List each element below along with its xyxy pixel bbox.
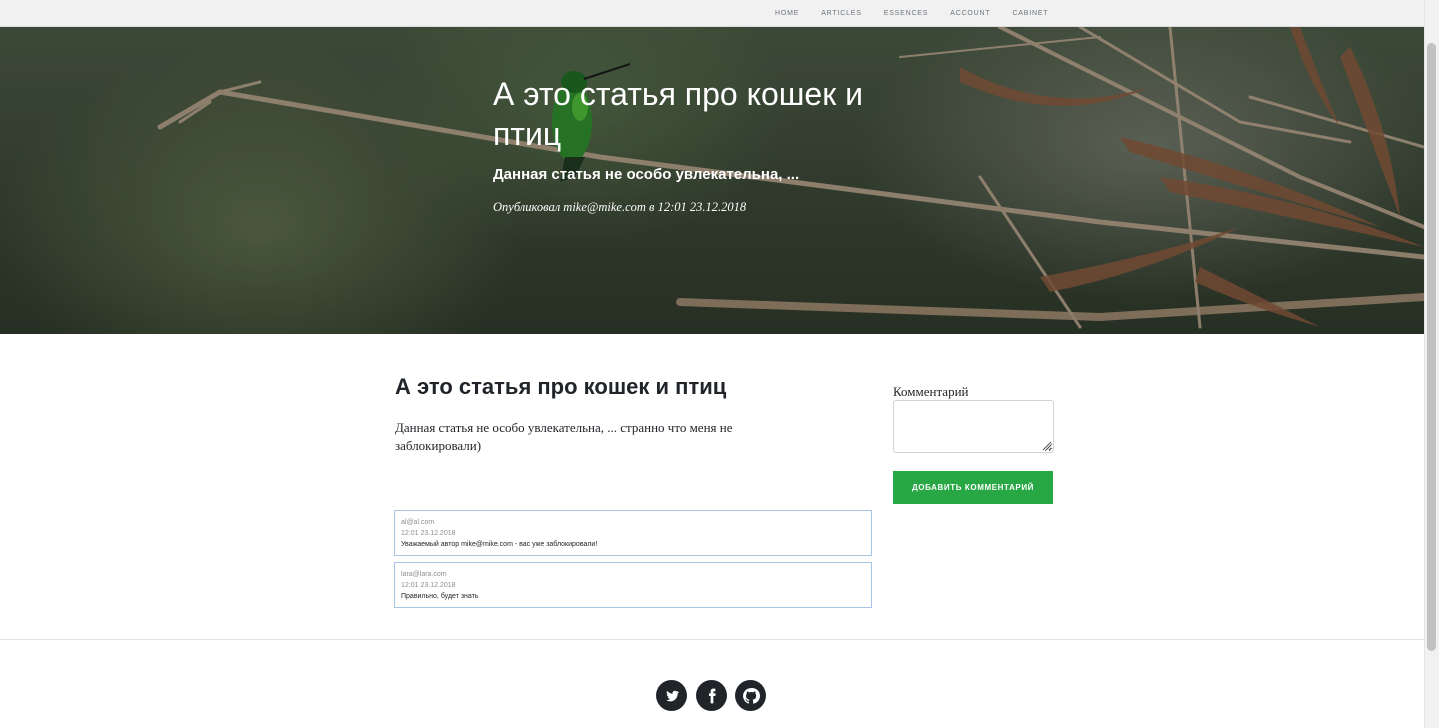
hero-subtitle: Данная статья не особо увлекательна, ... bbox=[493, 166, 800, 183]
comment-text: Уважаемый автор mike@mike.com - вас уже … bbox=[401, 541, 598, 548]
comment-author: al@al.com bbox=[401, 519, 435, 526]
article-title: А это статья про кошек и птиц bbox=[395, 374, 727, 399]
add-comment-button[interactable]: Добавить комментарий bbox=[893, 471, 1053, 504]
top-navbar: HOME ARTICLES ESSENCES ACCOUNT CABINET bbox=[0, 0, 1424, 27]
nav-account-link[interactable]: ACCOUNT bbox=[950, 10, 990, 17]
scrollbar-thumb[interactable] bbox=[1427, 43, 1436, 651]
resize-grip-icon[interactable] bbox=[1040, 439, 1052, 451]
nav-links: HOME ARTICLES ESSENCES ACCOUNT CABINET bbox=[764, 0, 1059, 27]
comment-label: Комментарий bbox=[893, 384, 969, 399]
comment-date: 12:01 23.12.2018 bbox=[401, 530, 456, 537]
footer-divider bbox=[0, 639, 1424, 640]
github-icon[interactable] bbox=[735, 680, 766, 711]
hero-title: А это статья про кошек и птиц bbox=[493, 76, 863, 152]
comment-date: 12:01 23.12.2018 bbox=[401, 582, 456, 589]
comment-text: Правильно, будет знать bbox=[401, 593, 479, 600]
nav-cabinet-link[interactable]: CABINET bbox=[1012, 10, 1048, 17]
article-body: Данная статья не особо увлекательна, ...… bbox=[395, 420, 733, 453]
comment-card: al@al.com 12:01 23.12.2018 Уважаемый авт… bbox=[394, 510, 872, 556]
post-meta: Опубликовал mike@mike.com в 12:01 23.12.… bbox=[493, 200, 747, 214]
comment-card: lara@lara.com 12:01 23.12.2018 Правильно… bbox=[394, 562, 872, 608]
nav-articles-link[interactable]: ARTICLES bbox=[821, 10, 862, 17]
twitter-icon[interactable] bbox=[656, 680, 687, 711]
hero-header: А это статья про кошек и птиц Данная ста… bbox=[0, 27, 1424, 334]
comment-author: lara@lara.com bbox=[401, 571, 447, 578]
nav-home-link[interactable]: HOME bbox=[775, 10, 799, 17]
nav-essences-link[interactable]: ESSENCES bbox=[884, 10, 929, 17]
comment-textarea[interactable] bbox=[893, 400, 1054, 453]
facebook-icon[interactable] bbox=[696, 680, 727, 711]
